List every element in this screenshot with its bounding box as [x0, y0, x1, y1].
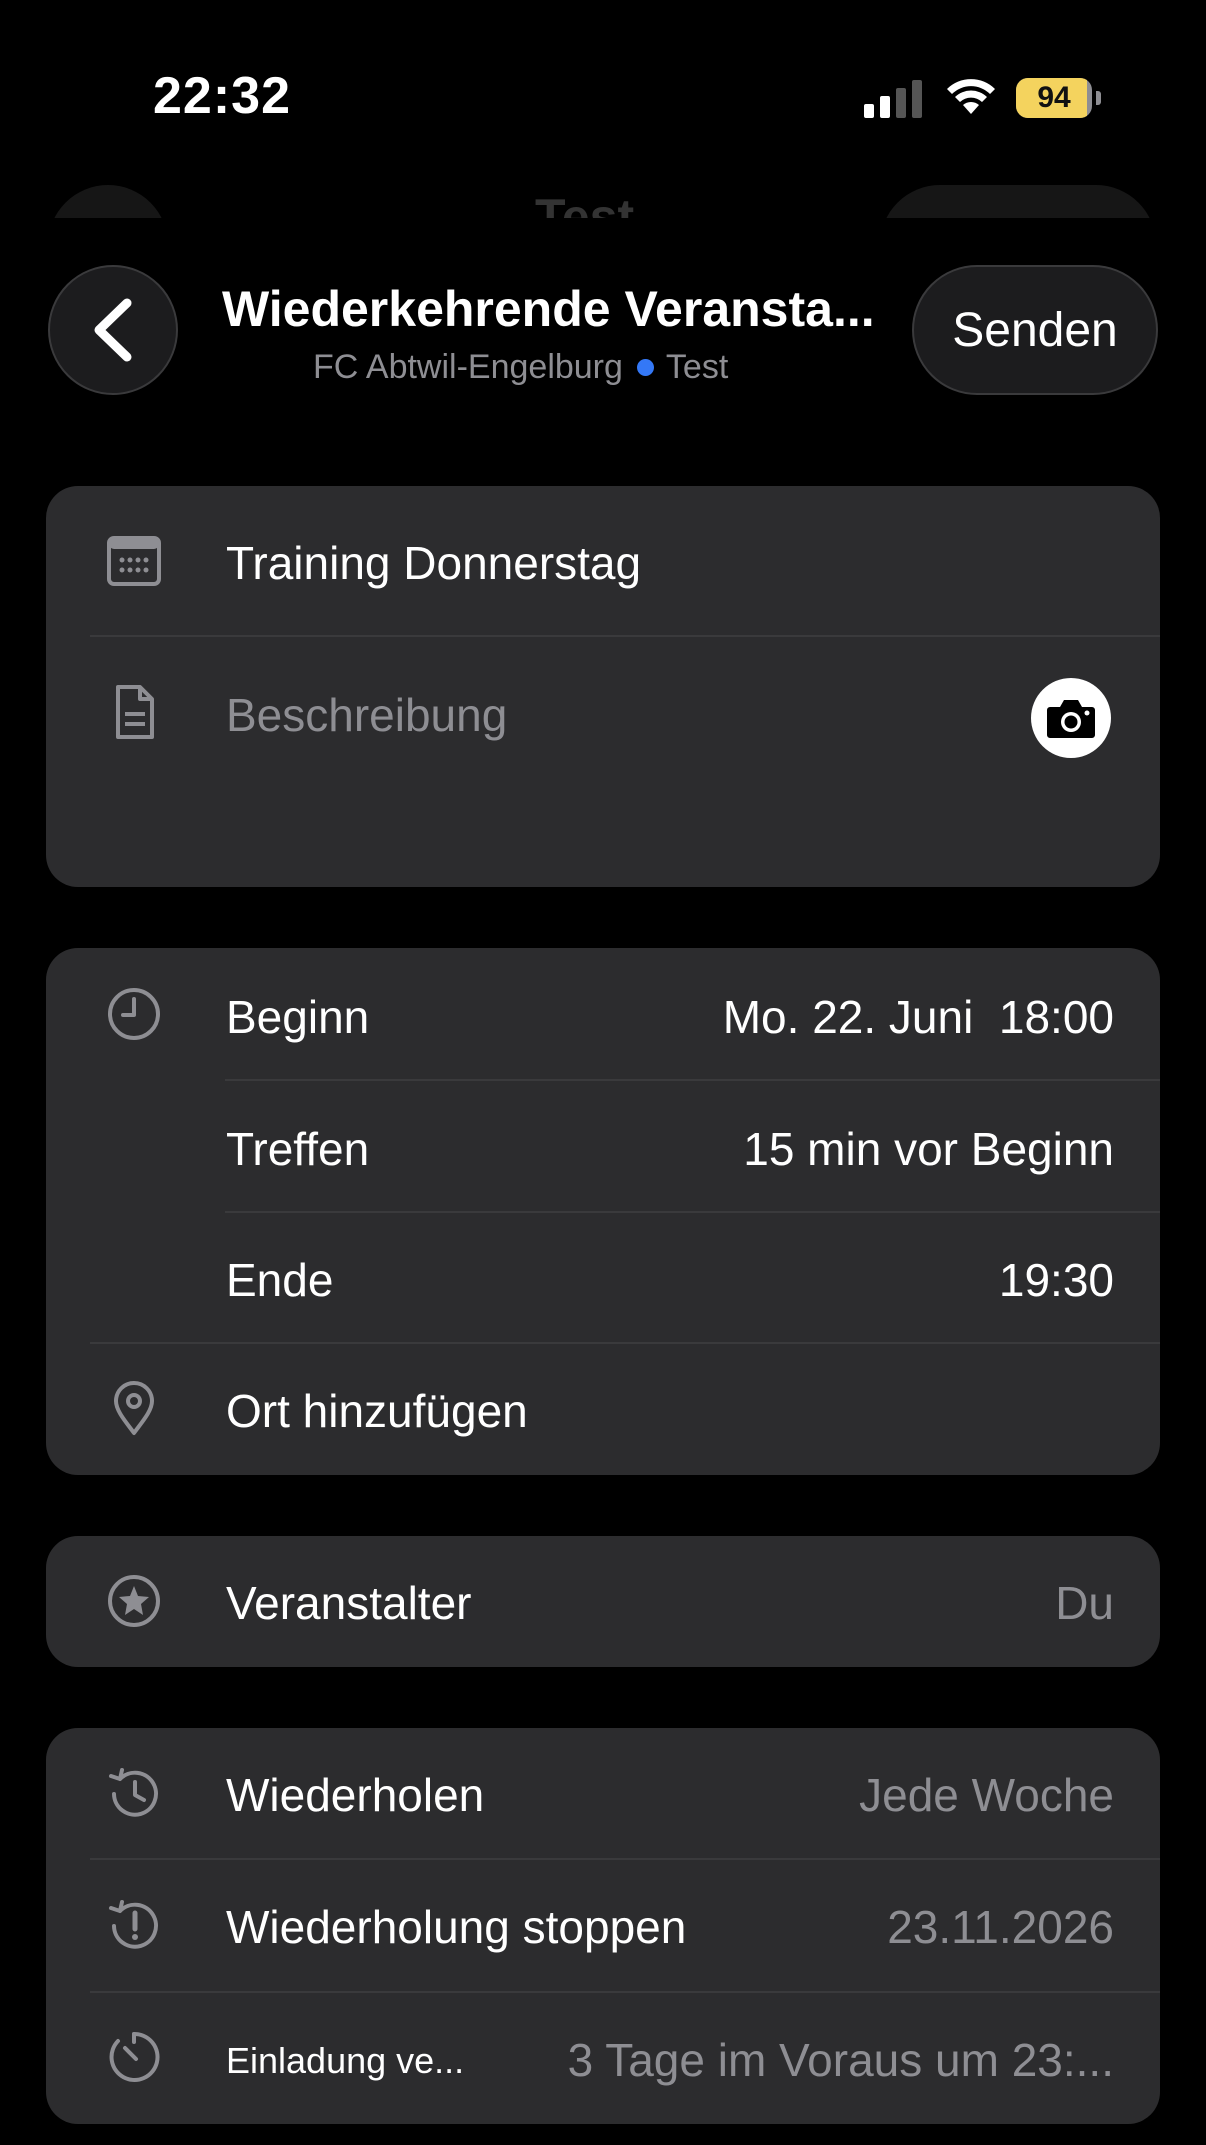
camera-icon	[1047, 700, 1095, 738]
location-row[interactable]: Ort hinzufügen	[46, 1344, 1160, 1475]
timer-icon	[109, 2031, 160, 2082]
start-date: Mo. 22. Juni	[722, 991, 974, 1043]
organizer-value: Du	[1055, 1577, 1114, 1629]
description-field[interactable]: Beschreibung	[46, 638, 1160, 887]
start-value: Mo. 22. Juni 18:00	[723, 990, 1114, 1044]
repeat-value: Jede Woche	[859, 1769, 1114, 1821]
invite-value: 3 Tage im Voraus um 23:...	[567, 2034, 1114, 2086]
organizer-row[interactable]: Veranstalter Du	[46, 1536, 1160, 1667]
document-icon	[116, 685, 154, 739]
start-label: Beginn	[226, 991, 370, 1043]
clock-icon	[108, 988, 160, 1040]
group-name: Test	[665, 348, 729, 386]
start-time: 18:00	[998, 991, 1114, 1043]
end-label: Ende	[226, 1254, 334, 1306]
stop-repeat-label: Wiederholung stoppen	[226, 1901, 687, 1953]
event-name-value: Training Donnerstag	[226, 537, 642, 589]
recurrence-card: Wiederholen Jede Woche Wiederholung stop…	[46, 1728, 1160, 2124]
battery-charging-icon: 94	[1016, 78, 1102, 118]
add-photo-button[interactable]	[1031, 678, 1111, 758]
team-name: FC Abtwil-Engelburg	[313, 348, 623, 386]
battery-level: 94	[1037, 81, 1071, 114]
stop-repeat-row[interactable]: Wiederholung stoppen 23.11.2026	[46, 1860, 1160, 1991]
start-row[interactable]: Beginn Mo. 22. Juni 18:00	[46, 948, 1160, 1080]
chevron-left-icon	[94, 298, 132, 362]
meet-label: Treffen	[226, 1123, 370, 1175]
group-color-dot	[636, 359, 654, 377]
repeat-label: Wiederholen	[226, 1769, 485, 1821]
calendar-icon	[107, 536, 161, 586]
history-alert-icon	[109, 1900, 158, 1949]
repeat-row[interactable]: Wiederholen Jede Woche	[46, 1728, 1160, 1859]
location-label: Ort hinzufügen	[226, 1385, 528, 1437]
history-icon	[109, 1768, 158, 1817]
star-circle-icon	[108, 1575, 160, 1627]
wifi-icon	[947, 79, 995, 114]
invite-label: Einladung ve...	[226, 2040, 465, 2081]
description-placeholder: Beschreibung	[226, 689, 508, 741]
status-bar: 22:32 94	[0, 0, 1206, 190]
send-button[interactable]: Senden	[912, 265, 1158, 395]
location-pin-icon	[114, 1381, 154, 1435]
back-button[interactable]	[48, 265, 178, 395]
invite-row[interactable]: Einladung ve... 3 Tage im Voraus um 23:.…	[46, 1993, 1160, 2124]
event-details-card: Training Donnerstag Beschreibung	[46, 486, 1160, 887]
end-value: 19:30	[998, 1254, 1114, 1306]
organizer-card[interactable]: Veranstalter Du	[46, 1536, 1160, 1667]
page-title: Wiederkehrende Veransta...	[222, 281, 875, 337]
signal-icon	[864, 80, 922, 118]
divider	[90, 635, 1160, 637]
meet-value: 15 min vor Beginn	[743, 1123, 1114, 1175]
status-time: 22:32	[153, 67, 291, 125]
event-name-field[interactable]: Training Donnerstag	[46, 486, 1160, 636]
organizer-label: Veranstalter	[226, 1577, 472, 1629]
page-subtitle: FC Abtwil-Engelburg Test	[313, 348, 728, 387]
meet-row[interactable]: Treffen 15 min vor Beginn	[46, 1081, 1160, 1212]
end-row[interactable]: Ende 19:30	[46, 1213, 1160, 1343]
stop-repeat-value: 23.11.2026	[887, 1901, 1114, 1953]
time-card: Beginn Mo. 22. Juni 18:00 Treffen 15 min…	[46, 948, 1160, 1475]
